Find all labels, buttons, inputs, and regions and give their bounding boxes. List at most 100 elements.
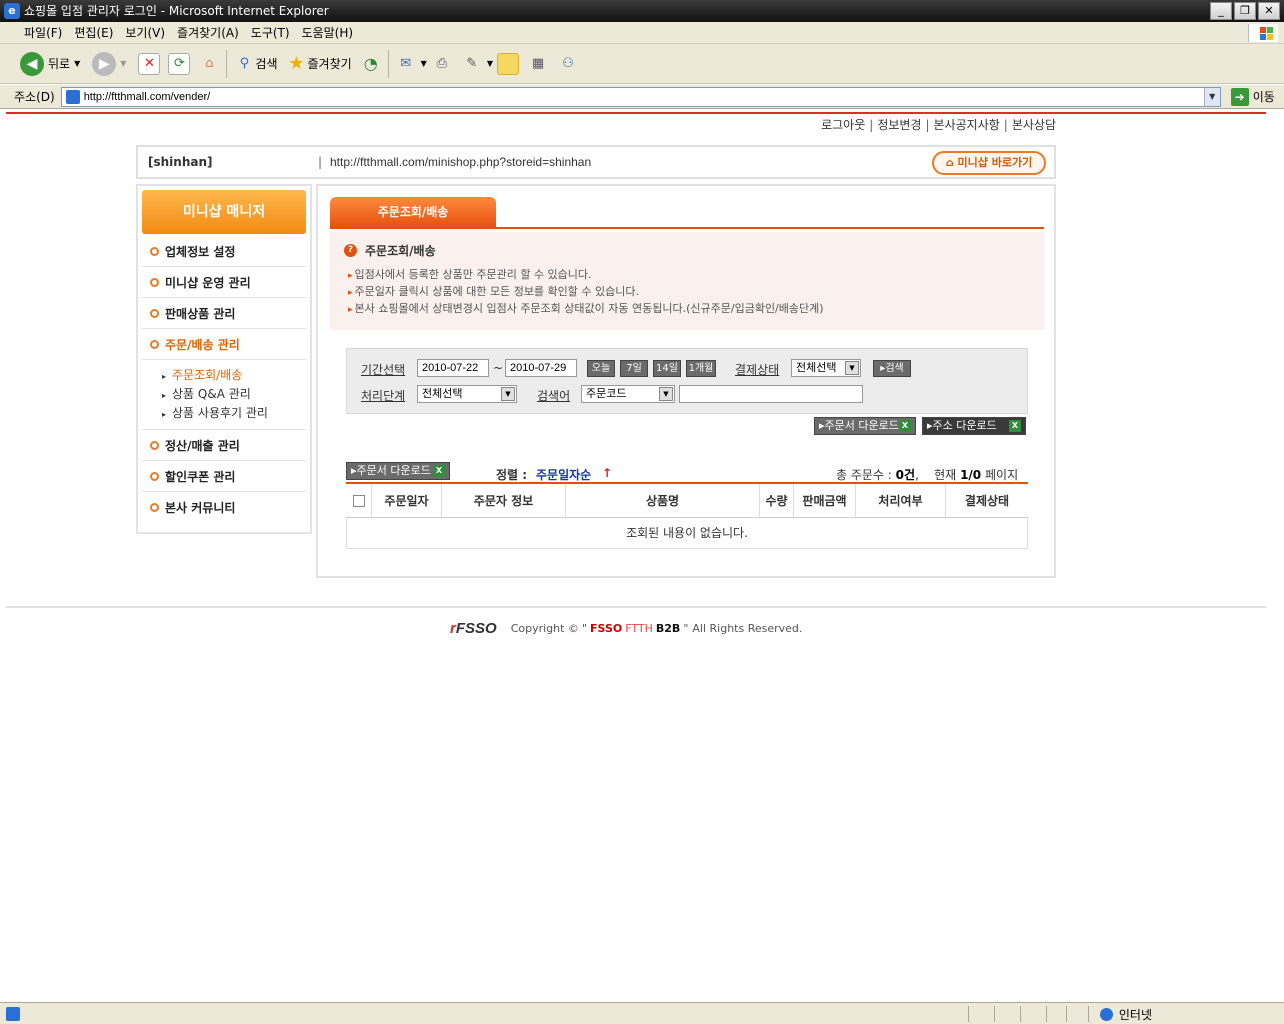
select-all-checkbox[interactable] bbox=[352, 495, 365, 507]
keyword-type-select[interactable]: 주문코드 ▼ bbox=[581, 385, 675, 403]
main-content: 주문조회/배송 ? 주문조회/배송 입점사에서 등록한 상품만 주문관리 할 수… bbox=[316, 184, 1056, 578]
excel-icon: X bbox=[1009, 420, 1021, 432]
status-divider bbox=[1046, 1006, 1047, 1022]
bullet-icon bbox=[150, 246, 159, 256]
col-orderer: 주문자 정보 bbox=[442, 483, 566, 518]
consult-link[interactable]: 본사상담 bbox=[1012, 118, 1056, 132]
discuss-icon[interactable] bbox=[496, 52, 519, 75]
toolbar-separator bbox=[226, 49, 228, 78]
date-from-field[interactable]: 2010-07-22 bbox=[417, 359, 489, 377]
favorites-label: 즐겨찾기 bbox=[307, 57, 352, 71]
search-submit-button[interactable]: ▸검색 bbox=[873, 360, 911, 377]
menu-tools[interactable]: 도구(T) bbox=[245, 22, 296, 43]
footer-line bbox=[6, 606, 1266, 608]
back-dropdown-icon[interactable]: ▼ bbox=[74, 59, 80, 68]
search-button[interactable]: ⚲ 검색 bbox=[233, 53, 278, 75]
quote-open: " bbox=[581, 622, 587, 635]
submenu-product-review[interactable]: 상품 사용후기 관리 bbox=[162, 404, 306, 423]
stop-icon[interactable]: ✕ bbox=[138, 52, 161, 75]
order-download-label: 주문서 다운로드 bbox=[824, 419, 899, 432]
7day-button[interactable]: 7일 bbox=[620, 360, 648, 377]
forward-button[interactable]: ▶ ▼ bbox=[92, 51, 130, 76]
address-field[interactable]: ▼ bbox=[60, 86, 1221, 107]
order-download-button[interactable]: ▸주문서 다운로드 X bbox=[814, 417, 916, 435]
mail-icon[interactable]: ✉ bbox=[395, 53, 417, 75]
search-submit-label: 검색 bbox=[885, 363, 904, 374]
minishop-shortcut-button[interactable]: ⌂ 미니샵 바로가기 bbox=[932, 151, 1046, 175]
sidebar-item-products[interactable]: 판매상품 관리 bbox=[142, 298, 306, 329]
close-button[interactable]: ✕ bbox=[1258, 2, 1280, 20]
back-button[interactable]: ◀ 뒤로 ▼ bbox=[20, 51, 84, 76]
sidebar-header: 미니샵 매니저 bbox=[142, 190, 306, 234]
back-label: 뒤로 bbox=[48, 57, 71, 71]
keyword-type-value: 주문코드 bbox=[586, 387, 627, 400]
back-arrow-icon: ◀ bbox=[20, 51, 44, 76]
sidebar-item-orders[interactable]: 주문/배송 관리 bbox=[142, 329, 306, 360]
menu-bar: 파일(F) 편집(E) 보기(V) 즐겨찾기(A) 도구(T) 도움말(H) bbox=[0, 22, 1284, 44]
chevron-down-icon: ▼ bbox=[501, 387, 515, 401]
print-icon[interactable]: ⎙ bbox=[431, 53, 453, 75]
menu-favorites[interactable]: 즐겨찾기(A) bbox=[171, 22, 245, 43]
forward-dropdown-icon[interactable]: ▼ bbox=[120, 59, 126, 68]
address-label: 주소(D) bbox=[14, 90, 55, 104]
col-process: 처리여부 bbox=[856, 483, 946, 518]
globe-icon bbox=[1099, 1008, 1113, 1021]
sort-value[interactable]: 주문일자순 bbox=[536, 466, 591, 483]
tab-order-delivery[interactable]: 주문조회/배송 bbox=[330, 197, 496, 228]
menu-view[interactable]: 보기(V) bbox=[119, 22, 171, 43]
refresh-icon[interactable]: ⟳ bbox=[168, 52, 191, 75]
edit-dropdown-icon[interactable]: ▼ bbox=[487, 59, 493, 68]
info-title-text: 주문조회/배송 bbox=[365, 244, 436, 258]
notice-link[interactable]: 본사공지사항 bbox=[934, 118, 1000, 132]
submenu-order-delivery[interactable]: 주문조회/배송 bbox=[162, 366, 306, 385]
home-icon[interactable]: ⌂ bbox=[198, 53, 220, 75]
sort-arrow-icon[interactable]: ↑ bbox=[602, 466, 612, 480]
order-download-label: 주문서 다운로드 bbox=[356, 464, 431, 477]
research-icon[interactable]: ▦ bbox=[527, 53, 549, 75]
menu-edit[interactable]: 편집(E) bbox=[68, 22, 119, 43]
order-download-button-2[interactable]: ▸주문서 다운로드 X bbox=[346, 462, 450, 480]
search-panel: 기간선택 2010-07-22 ~ 2010-07-29 오늘 7일 14일 1… bbox=[346, 348, 1028, 414]
status-divider bbox=[968, 1006, 969, 1022]
menu-file[interactable]: 파일(F) bbox=[18, 22, 68, 43]
top-links: 로그아웃 | 정보변경 | 본사공지사항 | 본사상담 bbox=[821, 118, 1056, 132]
minimize-button[interactable]: _ bbox=[1210, 2, 1232, 20]
sidebar-item-coupons[interactable]: 할인쿠폰 관리 bbox=[142, 461, 306, 492]
sidebar-item-company-info[interactable]: 업체정보 설정 bbox=[142, 236, 306, 267]
address-dropdown-icon[interactable]: ▼ bbox=[1203, 87, 1220, 106]
fsso-logo-text: FSSO bbox=[455, 620, 497, 637]
search-label: 검색 bbox=[255, 57, 278, 71]
messenger-icon[interactable]: ⚇ bbox=[557, 53, 579, 75]
go-button[interactable]: ➜ 이동 bbox=[1230, 87, 1275, 106]
14day-button[interactable]: 14일 bbox=[653, 360, 681, 377]
history-icon[interactable]: ◔ bbox=[360, 53, 382, 75]
submenu-product-qna[interactable]: 상품 Q&A 관리 bbox=[162, 385, 306, 404]
logout-link[interactable]: 로그아웃 bbox=[821, 118, 865, 132]
maximize-button[interactable]: ❐ bbox=[1234, 2, 1256, 20]
today-button[interactable]: 오늘 bbox=[587, 360, 615, 377]
date-to-field[interactable]: 2010-07-29 bbox=[505, 359, 577, 377]
footer-b2b: B2B bbox=[655, 622, 681, 635]
menu-help[interactable]: 도움말(H) bbox=[296, 22, 360, 43]
favorites-button[interactable]: ★ 즐겨찾기 bbox=[286, 53, 352, 75]
address-download-button[interactable]: ▸주소 다운로드 X bbox=[922, 417, 1026, 435]
sidebar-item-settlement[interactable]: 정산/매출 관리 bbox=[142, 430, 306, 461]
step-select[interactable]: 전체선택 ▼ bbox=[417, 385, 517, 403]
store-id: [shinhan] bbox=[148, 155, 213, 169]
keyword-input[interactable] bbox=[679, 385, 863, 403]
edit-icon[interactable]: ✎ bbox=[461, 53, 483, 75]
sidebar-item-community[interactable]: 본사 커뮤니티 bbox=[142, 492, 306, 523]
step-value: 전체선택 bbox=[422, 387, 463, 400]
1month-button[interactable]: 1개월 bbox=[686, 360, 716, 377]
toolbar-separator bbox=[387, 49, 389, 78]
period-label: 기간선택 bbox=[361, 363, 406, 377]
excel-icon: X bbox=[433, 465, 445, 477]
edit-info-link[interactable]: 정보변경 bbox=[877, 118, 921, 132]
sidebar-item-minishop[interactable]: 미니샵 운영 관리 bbox=[142, 267, 306, 298]
pay-status-select[interactable]: 전체선택 ▼ bbox=[791, 359, 861, 377]
col-order-date[interactable]: 주문일자 bbox=[372, 483, 442, 518]
footer-fsso: FSSO bbox=[590, 622, 623, 635]
address-input[interactable] bbox=[83, 90, 1204, 103]
mail-dropdown-icon[interactable]: ▼ bbox=[421, 59, 427, 68]
security-zone: 인터넷 bbox=[1099, 1006, 1152, 1023]
